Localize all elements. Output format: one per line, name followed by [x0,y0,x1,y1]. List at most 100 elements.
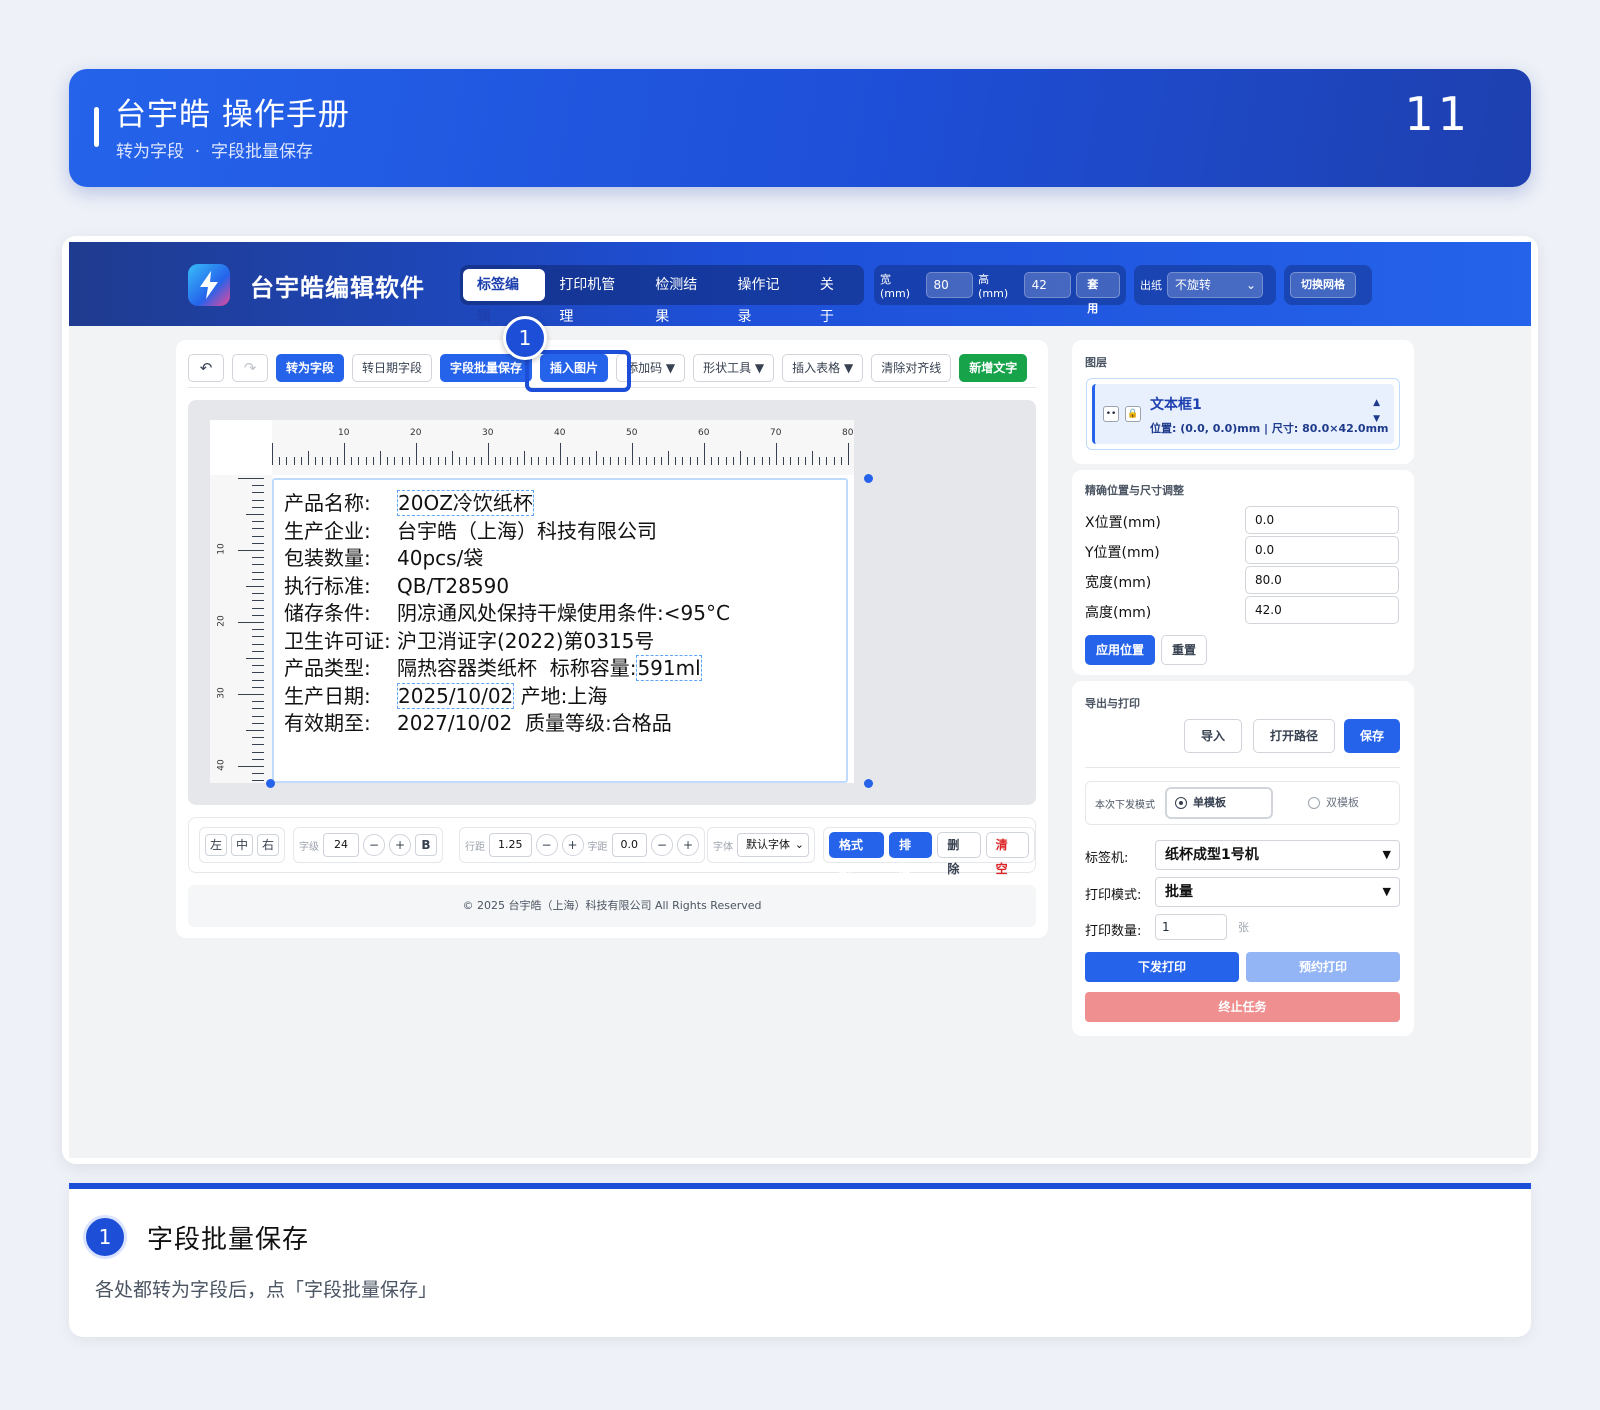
bold-button[interactable]: B [415,834,437,856]
y-input[interactable]: 0.0 [1245,536,1399,564]
ruler-tick [545,457,547,465]
tab-about[interactable]: 关于 [806,269,861,325]
ruler-tick [252,672,264,674]
align-center-button[interactable]: 中 [231,834,253,856]
rotation-select[interactable]: 不旋转 ⌄ [1167,272,1263,298]
grid-group: 切换网格 [1284,265,1372,305]
reset-button[interactable]: 重置 [1161,635,1208,665]
to-field-button[interactable]: 转为字段 [276,353,345,382]
resize-handle-bl[interactable] [266,779,275,788]
layers-title: 图层 [1085,356,1107,369]
insert-table-dropdown[interactable]: 插入表格 ▼ [782,353,864,382]
ruler-tick [797,457,799,465]
stop-task-button[interactable]: 终止任务 [1085,992,1400,1022]
label-field[interactable]: 2025/10/02 [397,682,515,709]
eye-icon[interactable]: •• [1103,406,1119,422]
layer-item[interactable]: •• 🔒 文本框1 位置: (0.0, 0.0)mm | 尺寸: 80.0×42… [1086,378,1400,450]
radio-unchecked-icon [1308,797,1320,809]
letter-spacing-minus[interactable]: − [651,834,673,856]
resize-handle-tr[interactable] [864,474,873,483]
align-right-button[interactable]: 右 [257,834,279,856]
line-height-input[interactable]: 1.25 [489,833,532,857]
label-line-value: 沪卫消证字(2022)第0315号 [397,628,655,653]
app-name: 台宇皓编辑软件 [250,274,425,302]
header-accent-bar [94,107,99,147]
label-line: 产品名称: 20OZ冷饮纸杯 [284,490,730,518]
move-down-icon[interactable]: ▼ [1373,414,1380,424]
to-date-field-button[interactable]: 转日期字段 [352,353,433,382]
letter-spacing-plus[interactable]: + [677,834,699,856]
resize-handle-br[interactable] [864,779,873,788]
tab-printer-manage[interactable]: 打印机管理 [545,269,641,325]
toggle-grid-button[interactable]: 切换网格 [1290,272,1356,298]
schedule-print-button[interactable]: 预约打印 [1246,952,1400,982]
tab-operation-log[interactable]: 操作记录 [724,269,806,325]
apply-position-button[interactable]: 应用位置 [1085,635,1156,665]
ruler-tick [238,694,264,695]
ruler-tick [632,443,633,465]
redo-button[interactable]: ↷ [232,353,268,382]
print-mode-select[interactable]: 批量 ▼ [1155,877,1400,907]
manual-subtitle: 转为字段 · 字段批量保存 [116,142,314,162]
lock-icon[interactable]: 🔒 [1125,406,1141,422]
font-select-value: 默认字体 [746,838,790,851]
label-field[interactable]: 591ml [636,655,702,681]
text-box[interactable]: 产品名称: 20OZ冷饮纸杯 生产企业: 台宇皓（上海）科技有限公司 包装数量: 40pc… [272,478,848,783]
format-painter-button[interactable]: 格式刷 [829,832,884,876]
label-line-value: 台宇皓（上海）科技有限公司 [397,518,657,543]
tab-inspection-results[interactable]: 检测结果 [641,269,723,325]
ruler-tick [252,701,264,703]
open-path-button[interactable]: 打开路径 [1253,719,1335,753]
ruler-tick [531,457,533,465]
tab-label-edit[interactable]: 标签编辑 [463,269,546,325]
ruler-tick [437,457,439,465]
line-height-plus[interactable]: + [561,834,584,856]
ruler-tick [252,780,264,782]
double-template-radio[interactable]: 双模板 [1306,788,1359,818]
send-print-button[interactable]: 下发打印 [1085,952,1239,982]
layout-button[interactable]: 排版 [889,832,933,876]
width-input[interactable]: 80 [925,272,974,298]
width-mm-input[interactable]: 80.0 [1245,566,1399,594]
ruler-tick [238,478,264,479]
font-size-plus[interactable]: + [389,834,411,856]
apply-size-button[interactable]: 套用 [1076,272,1120,315]
import-button[interactable]: 导入 [1184,719,1242,753]
label-field[interactable]: 20OZ冷饮纸杯 [397,490,534,516]
label-line-extra: 产地:上海 [514,683,608,708]
clear-button[interactable]: 清空 [985,832,1029,876]
save-button[interactable]: 保存 [1344,719,1400,753]
move-up-icon[interactable]: ▲ [1373,398,1380,408]
single-template-radio[interactable]: 单模板 [1165,787,1273,819]
font-size-input[interactable]: 24 [323,833,359,857]
line-height-minus[interactable]: − [535,834,558,856]
align-left-button[interactable]: 左 [205,834,227,856]
label-line-key: 产品类型: [284,656,371,680]
layer-item-selected: •• 🔒 文本框1 位置: (0.0, 0.0)mm | 尺寸: 80.0×42… [1092,384,1394,444]
ruler-tick [704,443,705,465]
delete-button[interactable]: 删除 [937,832,981,876]
x-label: X位置(mm) [1085,515,1161,531]
ruler-tick [252,737,264,739]
ruler-tick [252,773,264,775]
width-label: 宽(mm) [880,272,911,300]
height-mm-input[interactable]: 42.0 [1245,596,1399,624]
ruler-tick [812,451,813,465]
note-top-line [69,1183,1531,1189]
double-template-label: 双模板 [1326,796,1359,809]
callout-marker: 1 [503,316,547,360]
machine-select[interactable]: 纸杯成型1号机 ▼ [1155,840,1400,870]
clear-guides-button[interactable]: 清除对齐线 [871,353,952,382]
shape-tools-dropdown[interactable]: 形状工具 ▼ [693,353,775,382]
font-select[interactable]: 默认字体 ⌄ [737,833,809,857]
add-text-button[interactable]: 新增文字 [959,353,1028,382]
font-size-minus[interactable]: − [363,834,385,856]
ruler-tick [538,457,540,465]
letter-spacing-input[interactable]: 0.0 [611,833,647,857]
ruler-tick [329,457,331,465]
qty-input[interactable]: 1 [1155,914,1227,940]
x-input[interactable]: 0.0 [1245,506,1399,534]
undo-button[interactable]: ↶ [188,353,224,382]
ruler-tick [293,457,295,465]
height-input[interactable]: 42 [1023,272,1072,298]
